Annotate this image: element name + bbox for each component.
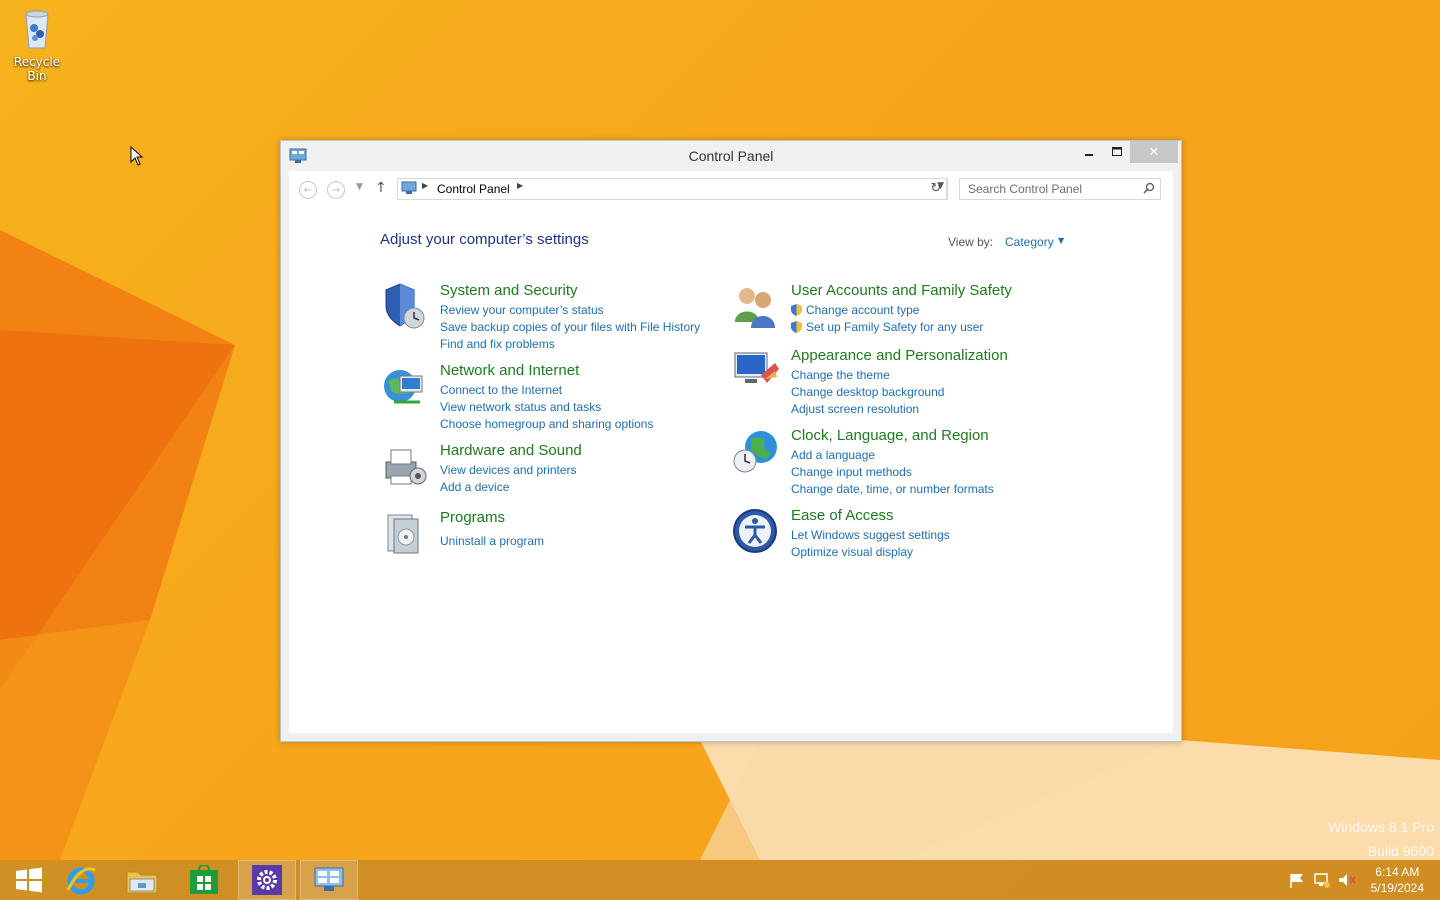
settings-icon (252, 865, 282, 895)
arrow-left-icon: ← (303, 184, 313, 196)
taskbar-store[interactable] (175, 860, 233, 900)
mouse-cursor-icon (130, 146, 144, 166)
printer-icon[interactable] (380, 442, 430, 492)
recycle-bin-label: Recycle Bin (13, 55, 61, 83)
internet-explorer-icon (66, 867, 96, 895)
taskbar-internet-explorer[interactable] (52, 860, 110, 900)
chevron-down-icon: ▼ (356, 182, 363, 192)
close-button[interactable]: ✕ (1130, 141, 1178, 163)
recycle-bin-icon (25, 10, 49, 49)
search-placeholder: Search Control Panel (968, 182, 1083, 196)
link-file-history[interactable]: Save backup copies of your files with Fi… (440, 319, 700, 336)
link-desktop-background[interactable]: Change desktop background (791, 384, 944, 401)
category-title[interactable]: Appearance and Personalization (791, 347, 1008, 364)
title-bar[interactable]: Control Panel ✕ (281, 141, 1181, 171)
category-title[interactable]: Programs (440, 509, 505, 526)
search-input[interactable]: Search Control Panel (959, 178, 1161, 200)
link-change-theme[interactable]: Change the theme (791, 367, 944, 384)
appearance-icon[interactable] (731, 347, 781, 397)
network-icon[interactable] (1312, 868, 1332, 892)
clock-globe-icon[interactable] (731, 427, 781, 477)
link-change-account-type[interactable]: Change account type (791, 302, 983, 319)
programs-icon[interactable] (380, 509, 430, 559)
globe-network-icon[interactable] (380, 362, 430, 412)
clock-time: 6:14 AM (1375, 865, 1420, 879)
link-add-device[interactable]: Add a device (440, 479, 577, 496)
link-add-language[interactable]: Add a language (791, 447, 994, 464)
recycle-bin[interactable]: Recycle Bin (4, 6, 70, 83)
category-title[interactable]: System and Security (440, 282, 578, 299)
uac-shield-icon (791, 321, 802, 333)
uac-shield-icon (791, 304, 802, 316)
category-title[interactable]: Ease of Access (791, 507, 894, 524)
windows-watermark: Windows 8.1 Pro Build 9600 (1328, 815, 1434, 863)
close-icon: ✕ (1148, 144, 1160, 160)
content-area: Adjust your computer’s settings View by:… (289, 207, 1173, 733)
maximize-icon (1112, 147, 1122, 156)
link-family-safety[interactable]: Set up Family Safety for any user (791, 319, 983, 336)
taskbar-file-explorer[interactable] (113, 860, 171, 900)
maximize-button[interactable] (1103, 141, 1131, 163)
clock-date: 5/19/2024 (1370, 881, 1424, 895)
link-input-methods[interactable]: Change input methods (791, 464, 994, 481)
taskbar-settings[interactable] (238, 860, 296, 900)
link-homegroup[interactable]: Choose homegroup and sharing options (440, 416, 653, 433)
system-clock[interactable]: 6:14 AM 5/19/2024 (1371, 864, 1424, 896)
action-center-flag-icon[interactable] (1288, 868, 1306, 892)
file-explorer-icon (126, 871, 158, 894)
link-connect-internet[interactable]: Connect to the Internet (440, 382, 653, 399)
link-devices-printers[interactable]: View devices and printers (440, 462, 577, 479)
page-title: Adjust your computer’s settings (380, 231, 589, 248)
taskbar: 6:14 AM 5/19/2024 (0, 860, 1440, 900)
arrow-right-icon: → (331, 184, 341, 196)
link-text[interactable]: Set up Family Safety for any user (806, 320, 983, 334)
chevron-down-icon[interactable]: ▼ (1058, 236, 1064, 245)
search-icon[interactable] (1143, 182, 1155, 194)
refresh-button[interactable]: ↻ (925, 178, 948, 200)
start-icon (16, 867, 42, 893)
link-uninstall-program[interactable]: Uninstall a program (440, 533, 544, 550)
control-panel-icon (314, 867, 344, 891)
category-title[interactable]: Clock, Language, and Region (791, 427, 989, 444)
chevron-right-icon[interactable]: ▶ (517, 181, 523, 190)
window-title: Control Panel (688, 148, 774, 164)
address-bar[interactable]: ▶ Control Panel ▶ ▼ (397, 178, 947, 200)
start-button[interactable] (0, 860, 58, 900)
users-icon[interactable] (731, 282, 781, 332)
control-panel-icon (401, 181, 417, 194)
category-title[interactable]: User Accounts and Family Safety (791, 282, 1012, 299)
view-by-label: View by: (948, 235, 994, 249)
minimize-button[interactable] (1075, 141, 1103, 163)
forward-button[interactable]: → (327, 181, 345, 199)
navigation-bar: ← → ▼ ↑ ▶ Control Panel ▶ ▼ ↻ Search Con… (289, 171, 1173, 207)
link-screen-resolution[interactable]: Adjust screen resolution (791, 401, 944, 418)
minimize-icon (1085, 154, 1093, 156)
link-date-time-formats[interactable]: Change date, time, or number formats (791, 481, 994, 498)
breadcrumb-control-panel[interactable]: Control Panel (437, 182, 510, 196)
link-optimize-display[interactable]: Optimize visual display (791, 544, 950, 561)
ease-of-access-icon[interactable] (731, 507, 781, 557)
link-network-status[interactable]: View network status and tasks (440, 399, 653, 416)
watermark-edition: Windows 8.1 Pro (1328, 819, 1434, 835)
category-title[interactable]: Hardware and Sound (440, 442, 582, 459)
link-find-fix-problems[interactable]: Find and fix problems (440, 336, 700, 353)
volume-muted-icon[interactable] (1337, 868, 1357, 892)
arrow-up-icon: ↑ (375, 180, 387, 196)
link-windows-suggest[interactable]: Let Windows suggest settings (791, 527, 950, 544)
link-review-status[interactable]: Review your computer’s status (440, 302, 700, 319)
shield-icon[interactable] (380, 282, 430, 332)
refresh-icon: ↻ (930, 181, 942, 196)
back-button[interactable]: ← (299, 181, 317, 199)
store-icon (190, 865, 218, 894)
control-panel-window: Control Panel ✕ ← → ▼ ↑ ▶ Control Panel … (280, 140, 1182, 742)
link-text[interactable]: Change account type (806, 303, 919, 317)
recent-locations-button[interactable]: ▼ (356, 182, 363, 192)
taskbar-control-panel[interactable] (300, 860, 358, 900)
chevron-right-icon[interactable]: ▶ (422, 181, 428, 190)
category-title[interactable]: Network and Internet (440, 362, 579, 379)
view-by-dropdown[interactable]: Category (1005, 235, 1054, 249)
up-button[interactable]: ↑ (375, 180, 387, 196)
